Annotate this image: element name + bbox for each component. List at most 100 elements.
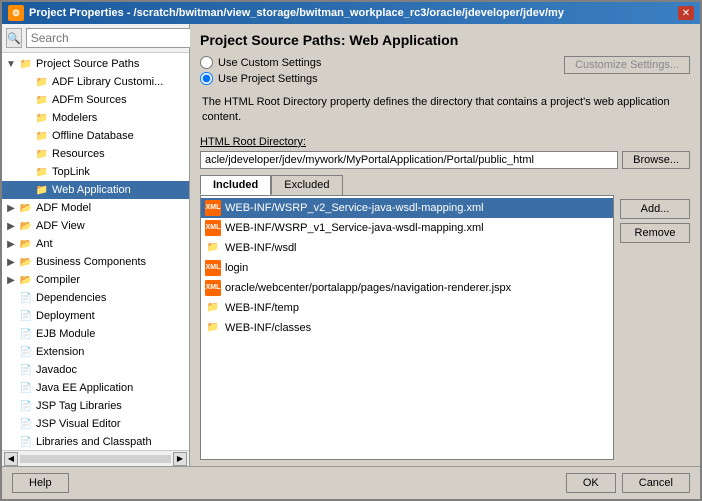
- node-icon: 📄: [18, 416, 34, 432]
- file-name: login: [225, 262, 248, 274]
- node-icon: 📂: [18, 200, 34, 216]
- folder-icon: 📁: [18, 56, 34, 72]
- tree-item-ejb-module[interactable]: 📄 EJB Module: [2, 325, 189, 343]
- radio-and-customize: Use Custom Settings Use Project Settings…: [200, 56, 690, 91]
- file-item[interactable]: XML login: [201, 258, 613, 278]
- close-button[interactable]: ✕: [678, 6, 694, 20]
- customize-settings-button[interactable]: Customize Settings...: [564, 56, 690, 74]
- tree-item-ant[interactable]: ▶ 📂 Ant: [2, 235, 189, 253]
- radio-project-row: Use Project Settings: [200, 72, 321, 85]
- help-button[interactable]: Help: [12, 473, 69, 493]
- title-bar-left: ⚙ Project Properties - /scratch/bwitman/…: [8, 5, 564, 21]
- file-item[interactable]: XML oracle/webcenter/portalapp/pages/nav…: [201, 278, 613, 298]
- panel-title: Project Source Paths: Web Application: [200, 32, 690, 48]
- tree-item-jsp-visual[interactable]: 📄 JSP Visual Editor: [2, 415, 189, 433]
- tree-item-compiler[interactable]: ▶ 📂 Compiler: [2, 271, 189, 289]
- tree-item-toplink[interactable]: 📁 TopLink: [2, 163, 189, 181]
- file-name: WEB-INF/WSRP_v2_Service-java-wsdl-mappin…: [225, 202, 484, 214]
- tree-item-resources[interactable]: 📁 Resources: [2, 145, 189, 163]
- html-root-input[interactable]: [200, 151, 618, 169]
- scroll-right-btn[interactable]: ▶: [173, 452, 187, 466]
- tree-label-business: Business Components: [36, 256, 146, 268]
- tree-toggle[interactable]: ▶: [4, 237, 18, 251]
- remove-button[interactable]: Remove: [620, 223, 690, 243]
- tree-item-offline-database[interactable]: 📁 Offline Database: [2, 127, 189, 145]
- search-bar: 🔍: [2, 24, 189, 53]
- file-item[interactable]: 📁 WEB-INF/wsdl: [201, 238, 613, 258]
- tree-item-adf-model[interactable]: ▶ 📂 ADF Model: [2, 199, 189, 217]
- tree-root-item[interactable]: ▼ 📁 Project Source Paths: [2, 55, 189, 73]
- tabs-section: Included Excluded XML WEB-INF/WSRP_v2_Se…: [200, 175, 690, 460]
- folder-icon: 📁: [34, 164, 50, 180]
- tree-item-business-components[interactable]: ▶ 📂 Business Components: [2, 253, 189, 271]
- tree-label: Javadoc: [36, 364, 77, 376]
- tab-content: XML WEB-INF/WSRP_v2_Service-java-wsdl-ma…: [200, 195, 614, 460]
- tree-label: JSP Visual Editor: [36, 418, 121, 430]
- window-body: 🔍 ▼ 📁 Project Source Paths 📁 A: [2, 24, 700, 499]
- tree-item-deployment[interactable]: 📄 Deployment: [2, 307, 189, 325]
- side-buttons: Add... Remove: [614, 195, 690, 460]
- tree-label: Compiler: [36, 274, 80, 286]
- browse-button[interactable]: Browse...: [622, 151, 690, 169]
- radio-project[interactable]: [200, 72, 213, 85]
- radio-custom[interactable]: [200, 56, 213, 69]
- tree-label: Resources: [52, 148, 105, 160]
- tree-item-extension[interactable]: 📄 Extension: [2, 343, 189, 361]
- tree-label: Modelers: [52, 112, 97, 124]
- tree-item-adfm[interactable]: 📁 ADFm Sources: [2, 91, 189, 109]
- xml-icon: XML: [205, 280, 221, 296]
- tree-label: Dependencies: [36, 292, 106, 304]
- tree-label: ADF Model: [36, 202, 91, 214]
- tree-item-javadoc[interactable]: 📄 Javadoc: [2, 361, 189, 379]
- tree-item-jsp-tag[interactable]: 📄 JSP Tag Libraries: [2, 397, 189, 415]
- tree-item-libraries[interactable]: 📄 Libraries and Classpath: [2, 433, 189, 450]
- node-icon: 📄: [18, 398, 34, 414]
- folder-icon: 📁: [34, 182, 50, 198]
- radio-project-label[interactable]: Use Project Settings: [218, 73, 318, 85]
- bottom-right: OK Cancel: [566, 473, 690, 493]
- tree-item-dependencies[interactable]: 📄 Dependencies: [2, 289, 189, 307]
- file-list: XML WEB-INF/WSRP_v2_Service-java-wsdl-ma…: [201, 196, 613, 459]
- add-button[interactable]: Add...: [620, 199, 690, 219]
- tree-item-modelers[interactable]: 📁 Modelers: [2, 109, 189, 127]
- folder-icon: 📁: [34, 146, 50, 162]
- folder-icon: 📁: [34, 74, 50, 90]
- folder-icon: 📁: [205, 240, 221, 256]
- tree-item-adf-library[interactable]: 📁 ADF Library Customi...: [2, 73, 189, 91]
- tree-item-web-application[interactable]: 📁 Web Application: [2, 181, 189, 199]
- tree-toggle[interactable]: ▶: [4, 201, 18, 215]
- scroll-left-btn[interactable]: ◀: [4, 452, 18, 466]
- file-item[interactable]: 📁 WEB-INF/classes: [201, 318, 613, 338]
- app-icon: ⚙: [8, 5, 24, 21]
- tree-label: Extension: [36, 346, 84, 358]
- tab-included[interactable]: Included: [200, 175, 271, 195]
- tree-label: Ant: [36, 238, 53, 250]
- radio-group: Use Custom Settings Use Project Settings: [200, 56, 321, 85]
- scroll-track[interactable]: [20, 455, 171, 463]
- file-item[interactable]: XML WEB-INF/WSRP_v2_Service-java-wsdl-ma…: [201, 198, 613, 218]
- file-item[interactable]: 📁 WEB-INF/temp: [201, 298, 613, 318]
- tree-item-java-ee[interactable]: 📄 Java EE Application: [2, 379, 189, 397]
- file-item[interactable]: XML WEB-INF/WSRP_v1_Service-java-wsdl-ma…: [201, 218, 613, 238]
- node-icon: 📄: [18, 380, 34, 396]
- title-bar: ⚙ Project Properties - /scratch/bwitman/…: [2, 2, 700, 24]
- ok-button[interactable]: OK: [566, 473, 616, 493]
- tree-toggle-root[interactable]: ▼: [4, 57, 18, 71]
- node-icon: 📂: [18, 254, 34, 270]
- right-panel: Project Source Paths: Web Application Us…: [190, 24, 700, 466]
- cancel-button[interactable]: Cancel: [622, 473, 690, 493]
- tree-toggle[interactable]: ▶: [4, 255, 18, 269]
- search-input[interactable]: [26, 28, 191, 48]
- tree-label: Java EE Application: [36, 382, 133, 394]
- tree-toggle[interactable]: ▶: [4, 273, 18, 287]
- tree-item-adf-view[interactable]: ▶ 📂 ADF View: [2, 217, 189, 235]
- tree-root-label: Project Source Paths: [36, 58, 139, 70]
- xml-icon: XML: [205, 200, 221, 216]
- tab-excluded[interactable]: Excluded: [271, 175, 342, 195]
- tree-label: EJB Module: [36, 328, 95, 340]
- window-title: Project Properties - /scratch/bwitman/vi…: [29, 7, 564, 19]
- tree-container: ▼ 📁 Project Source Paths 📁 ADF Library C…: [2, 53, 189, 450]
- node-icon: 📂: [18, 218, 34, 234]
- tree-toggle[interactable]: ▶: [4, 219, 18, 233]
- radio-custom-label[interactable]: Use Custom Settings: [218, 57, 321, 69]
